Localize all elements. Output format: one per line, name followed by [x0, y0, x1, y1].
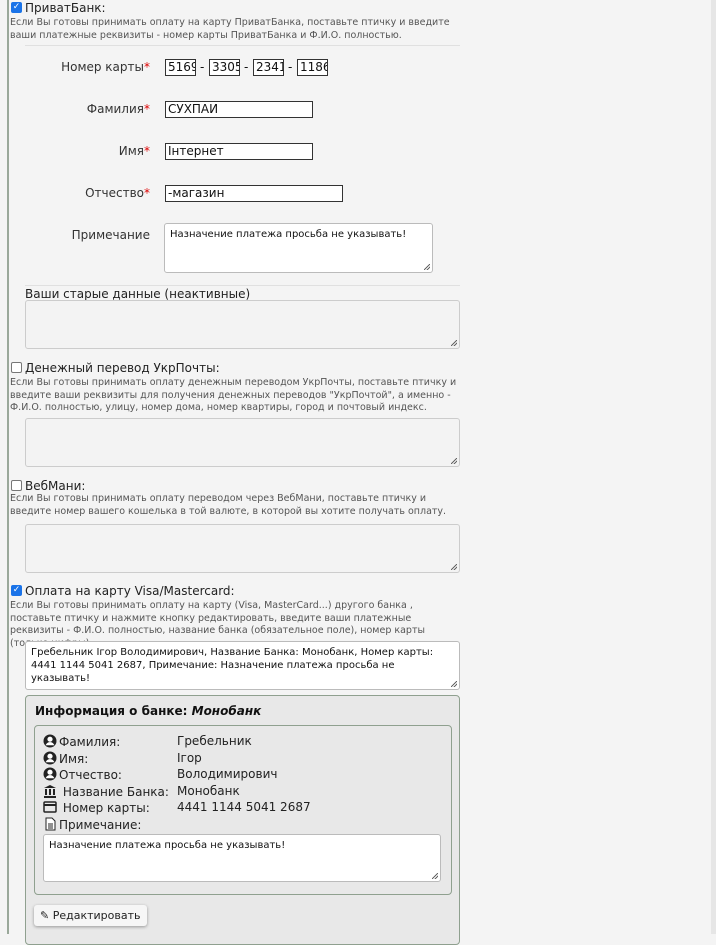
user-icon [43, 767, 57, 781]
card-part-1-input[interactable]: 5169 [165, 59, 196, 76]
document-icon [45, 817, 56, 830]
left-border [7, 0, 9, 934]
divider [25, 285, 460, 286]
webmoney-checkbox[interactable] [11, 480, 22, 491]
card-separator: - [288, 60, 293, 74]
old-data-label: Ваши старые данные (неактивные) [25, 287, 251, 301]
bank-name-row: Название Банка: Монобанк [43, 784, 240, 801]
user-icon [43, 734, 57, 748]
divider [25, 45, 460, 46]
note-row: Примечание: [43, 817, 169, 834]
note-textarea[interactable]: Назначение платежа просьба не указывать! [164, 223, 433, 273]
patronymic-row: Отчество: Володимирович [43, 767, 277, 784]
bank-note-textarea: Назначение платежа просьба не указывать! [43, 834, 441, 882]
visa-title: Оплата на карту Visa/Mastercard: [25, 584, 235, 598]
card-part-4-input[interactable]: 1186 [297, 59, 328, 76]
surname-label: Фамилия* [86, 102, 150, 116]
card-separator: - [200, 60, 205, 74]
credit-card-icon [43, 801, 57, 813]
card-number-row: Номер карты: 4441 1144 5041 2687 [43, 800, 311, 817]
surname-row: Фамилия: Гребельник [43, 734, 252, 751]
bank-info-rows: Фамилия: Гребельник Имя: Ігор Отчество: Вол… [43, 734, 311, 834]
ukrposhta-textarea[interactable] [25, 418, 460, 467]
edit-icon: ✎ [40, 909, 50, 922]
user-icon [43, 751, 57, 764]
ukrposhta-title: Денежный перевод УкрПочты: [25, 361, 220, 375]
patronymic-label: Отчество* [85, 186, 150, 200]
privatbank-description: Если Вы готовы принимать оплату на карту… [10, 17, 450, 41]
card-separator: - [244, 60, 249, 74]
privatbank-checkbox[interactable]: ✓ [11, 2, 22, 13]
bank-info-title: Информация о банке: Монобанк [35, 704, 262, 718]
card-number-label: Номер карты* [61, 60, 150, 74]
name-row: Имя: Ігор [43, 751, 202, 768]
edit-button[interactable]: ✎ Редактировать [34, 905, 147, 926]
note-label: Примечание [71, 228, 150, 242]
name-label: Имя* [118, 144, 150, 158]
card-part-2-input[interactable]: 3305 [209, 59, 240, 76]
bank-name: Монобанк [191, 704, 262, 718]
card-part-3-input[interactable]: 2341 [253, 59, 284, 76]
ukrposhta-description: Если Вы готовы принимать оплату денежным… [10, 377, 457, 413]
scrollbar-track[interactable] [711, 0, 716, 934]
privatbank-title: ПриватБанк: [25, 1, 106, 15]
webmoney-description: Если Вы готовы принимать оплату переводо… [10, 493, 447, 517]
old-data-textarea [25, 300, 460, 349]
visa-checkbox[interactable]: ✓ [11, 585, 22, 596]
webmoney-title: ВебМани: [25, 479, 86, 493]
name-input[interactable]: Інтернет [165, 143, 313, 160]
ukrposhta-checkbox[interactable] [11, 362, 22, 373]
visa-details-textarea: Гребельник Ігор Володимирович, Название … [25, 641, 460, 690]
bank-icon [44, 784, 56, 798]
patronymic-input[interactable]: -магазин [165, 185, 343, 202]
webmoney-textarea[interactable] [25, 524, 460, 573]
surname-input[interactable]: СУХПАИ [165, 101, 313, 118]
